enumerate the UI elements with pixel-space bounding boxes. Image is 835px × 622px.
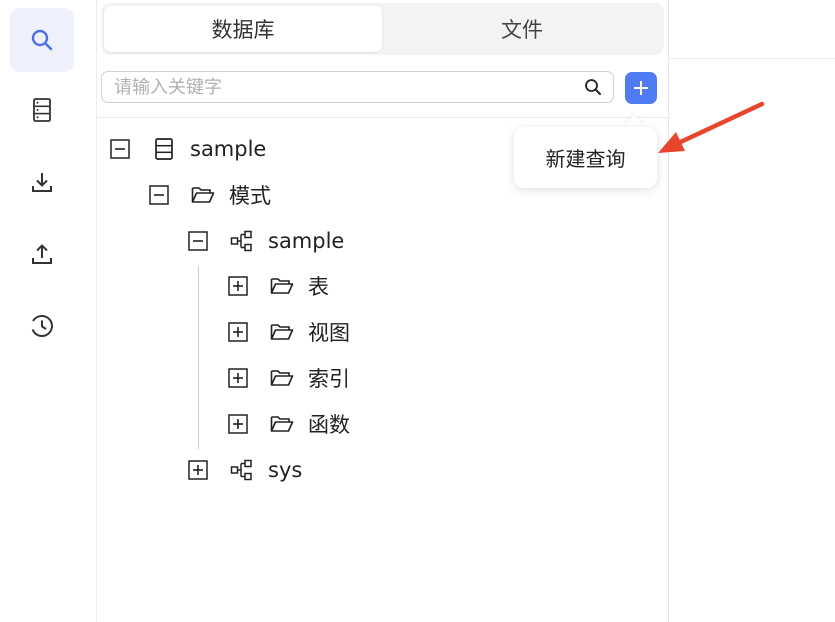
- tree-guide-line: [198, 266, 199, 449]
- collapse-icon[interactable]: [110, 139, 130, 159]
- tree-node-label: sample: [268, 229, 345, 253]
- database-icon: [152, 137, 176, 161]
- tree-node-label: 表: [308, 275, 329, 299]
- expand-icon[interactable]: [228, 414, 248, 434]
- expand-icon[interactable]: [188, 460, 208, 480]
- search-icon[interactable]: [583, 77, 603, 97]
- schema-icon: [230, 458, 254, 482]
- tree-node-label: 模式: [229, 184, 271, 208]
- panel-separator: [97, 117, 668, 118]
- tree-node-label: 函数: [308, 413, 350, 437]
- rail-history-button[interactable]: [10, 294, 74, 358]
- collapse-icon[interactable]: [149, 185, 169, 205]
- search-box: [101, 71, 614, 103]
- tree-node-schema-folder[interactable]: 模式: [149, 180, 271, 210]
- tree-node-label: sys: [268, 458, 303, 482]
- upload-icon: [32, 244, 52, 264]
- history-icon: [31, 315, 53, 337]
- tab-file[interactable]: 文件: [383, 6, 661, 52]
- folder-open-icon: [270, 366, 294, 390]
- tab-bar: 数据库 文件: [101, 3, 664, 55]
- tree-node-tables[interactable]: 表: [228, 271, 329, 301]
- collapse-icon[interactable]: [188, 231, 208, 251]
- tree-node-views[interactable]: 视图: [228, 317, 350, 347]
- icon-rail: [0, 0, 86, 622]
- rail-search-button[interactable]: [10, 8, 74, 72]
- schema-icon: [230, 229, 254, 253]
- new-query-menu-item[interactable]: 新建查询: [514, 127, 657, 188]
- folder-open-icon: [270, 320, 294, 344]
- plus-icon: [634, 81, 648, 95]
- tree-node-schema-sample[interactable]: sample: [188, 226, 344, 256]
- folder-open-icon: [270, 412, 294, 436]
- expand-icon[interactable]: [228, 276, 248, 296]
- expand-icon[interactable]: [228, 368, 248, 388]
- folder-open-icon: [270, 274, 294, 298]
- search-icon: [31, 29, 53, 51]
- tree-node-label: 索引: [308, 367, 350, 391]
- expand-icon[interactable]: [228, 322, 248, 342]
- database-icon: [33, 98, 51, 122]
- tree-node-root[interactable]: sample: [110, 134, 266, 164]
- annotation-arrow-icon: [658, 101, 765, 153]
- rail-download-button[interactable]: [10, 150, 74, 214]
- tree-node-functions[interactable]: 函数: [228, 409, 350, 439]
- tree-node-schema-sys[interactable]: sys: [188, 455, 302, 485]
- download-icon: [32, 173, 52, 192]
- tree-node-label: sample: [190, 137, 267, 161]
- tree-node-indexes[interactable]: 索引: [228, 363, 350, 393]
- editor-header-line: [669, 58, 835, 59]
- app-window: 数据库 文件 sample 模式 sample 表 视图: [0, 0, 835, 622]
- rail-database-button[interactable]: [10, 78, 74, 142]
- folder-open-icon: [191, 183, 215, 207]
- rail-upload-button[interactable]: [10, 222, 74, 286]
- search-input[interactable]: [114, 73, 574, 101]
- rail-divider: [96, 0, 97, 622]
- tree-node-label: 视图: [308, 321, 350, 345]
- tab-database[interactable]: 数据库: [104, 6, 382, 52]
- panel-divider: [668, 0, 669, 622]
